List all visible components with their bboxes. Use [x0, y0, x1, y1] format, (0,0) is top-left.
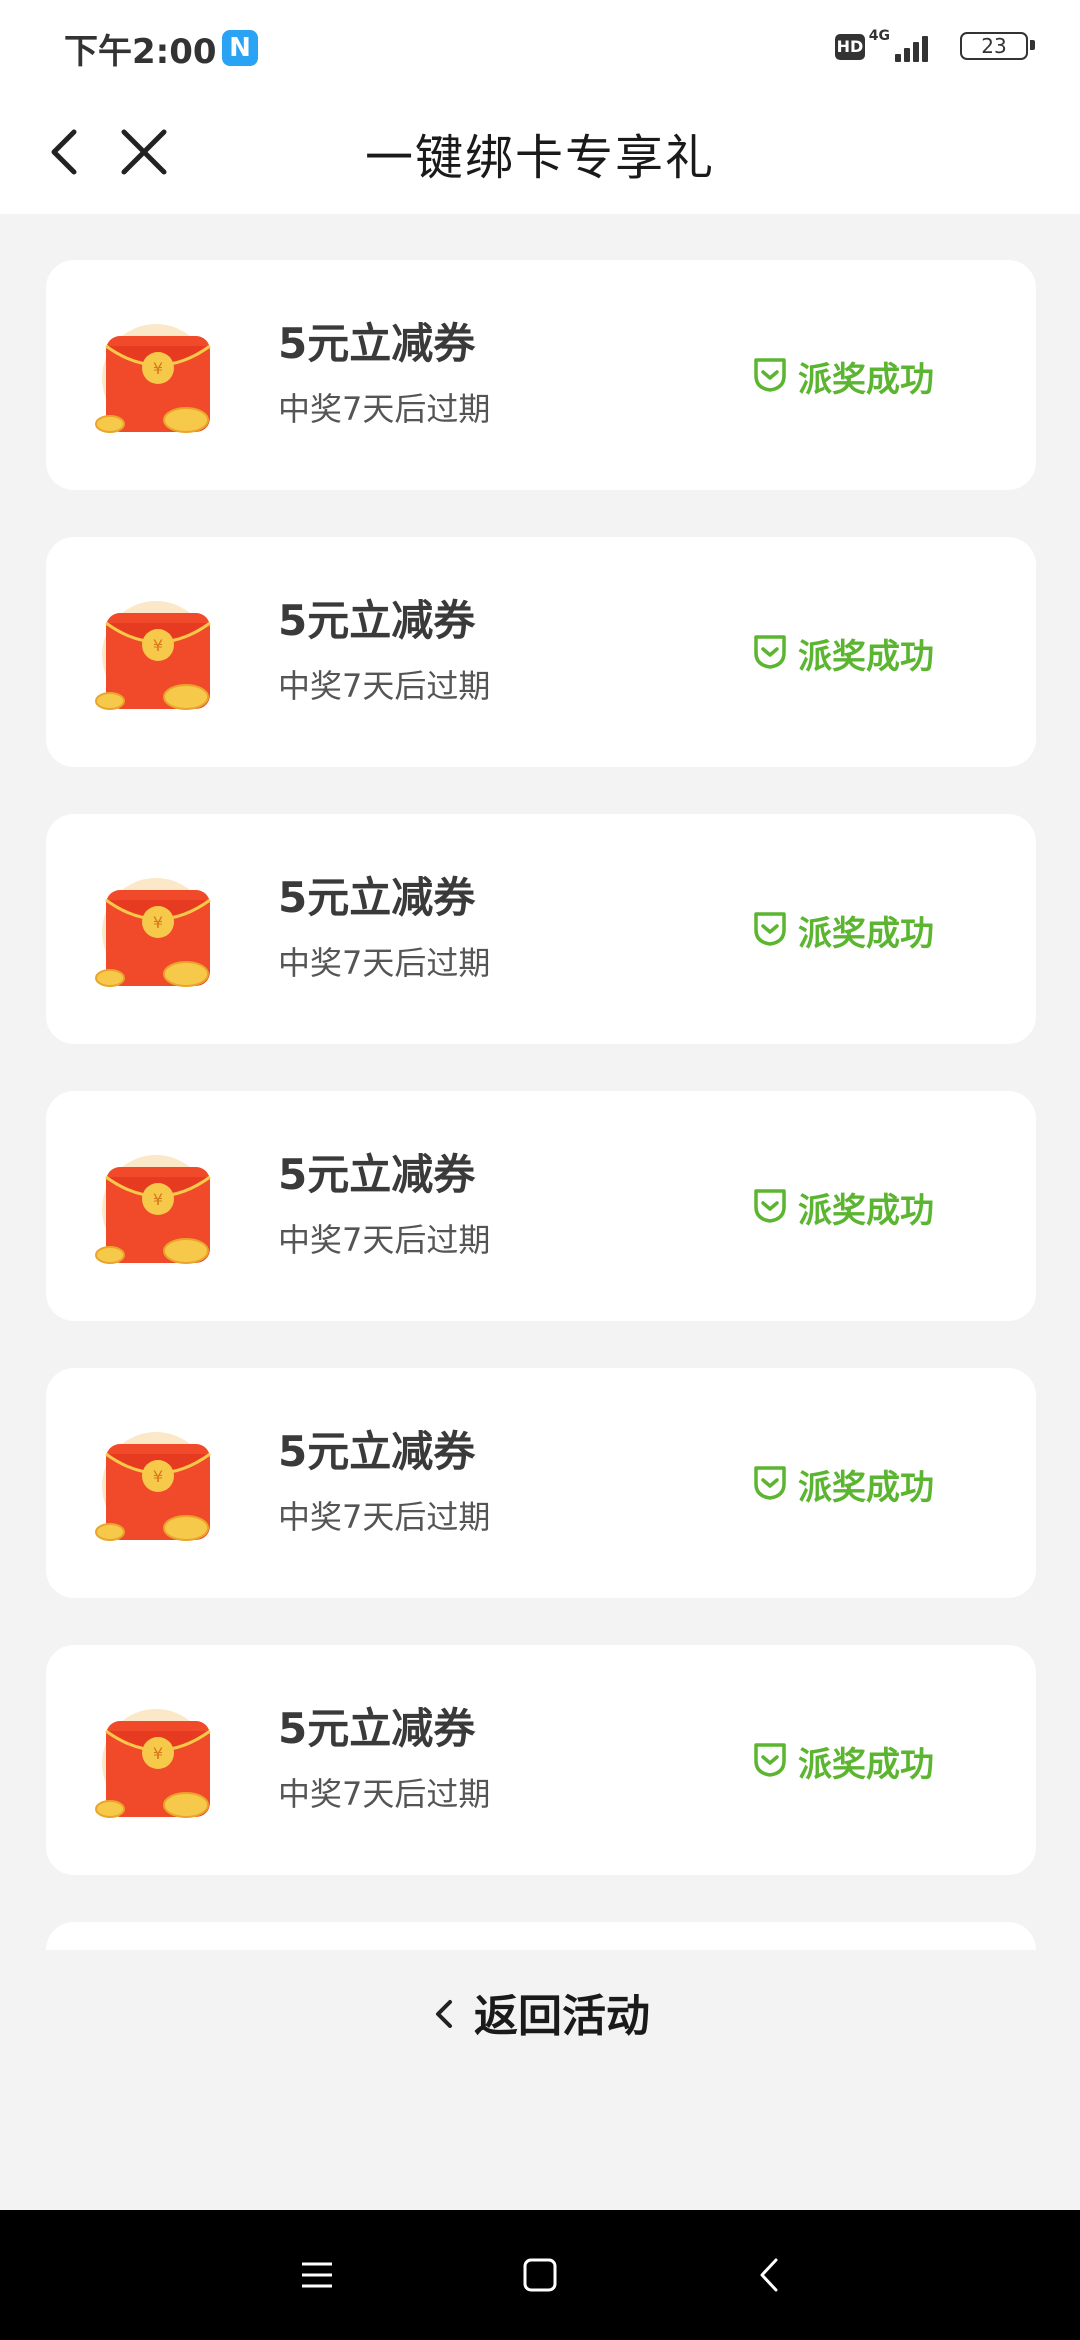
coupon-status: 派奖成功 [750, 1460, 934, 1508]
signal-icon [895, 32, 935, 62]
red-envelope-icon: ¥ [88, 322, 228, 440]
red-envelope-icon: ¥ [88, 1707, 228, 1825]
coupon-status-label: 派奖成功 [798, 1744, 934, 1785]
coupon-title: 5元立减券 [278, 1427, 476, 1476]
status-bar: 下午2:00 N HD 4G 23 [0, 0, 1080, 92]
svg-text:¥: ¥ [153, 359, 163, 378]
menu-icon [302, 2262, 332, 2288]
red-envelope-icon: ¥ [88, 599, 228, 717]
shield-check-icon [750, 631, 790, 675]
coupon-status: 派奖成功 [750, 352, 934, 400]
coupon-card[interactable]: ¥ 5元立减券 中奖7天后过期 派奖成功 [46, 1091, 1036, 1321]
coupon-title: 5元立减券 [278, 596, 476, 645]
red-envelope-icon: ¥ [88, 876, 228, 994]
system-nav-bar [0, 2210, 1080, 2340]
coupon-title: 5元立减券 [278, 319, 476, 368]
coupon-card[interactable]: ¥ 5元立减券 中奖7天后过期 派奖成功 [46, 1645, 1036, 1875]
app-notification-icon: N [222, 30, 258, 66]
header: 一键绑卡专享礼 [0, 92, 1080, 214]
shield-check-icon [750, 908, 790, 952]
shield-check-icon [750, 1739, 790, 1783]
coupon-title: 5元立减券 [278, 873, 476, 922]
coupon-card[interactable]: ¥ 5元立减券 中奖7天后过期 派奖成功 [46, 260, 1036, 490]
battery-level: 23 [960, 32, 1028, 60]
coupon-expiry: 中奖7天后过期 [278, 667, 491, 705]
return-label: 返回活动 [474, 1991, 650, 2042]
coupon-expiry: 中奖7天后过期 [278, 1221, 491, 1259]
svg-text:¥: ¥ [153, 1744, 163, 1763]
chevron-left-icon [436, 2000, 452, 2028]
home-icon [523, 2258, 557, 2292]
hd-icon: HD [835, 34, 865, 60]
home-button[interactable] [515, 2250, 565, 2300]
back-nav-button[interactable] [745, 2250, 795, 2300]
coupon-status-label: 派奖成功 [798, 359, 934, 400]
page-title: 一键绑卡专享礼 [364, 130, 715, 186]
coupon-status-label: 派奖成功 [798, 1467, 934, 1508]
status-time: 下午2:00 [64, 32, 217, 72]
coupon-status-label: 派奖成功 [798, 913, 934, 954]
svg-text:¥: ¥ [153, 1190, 163, 1209]
coupon-status-label: 派奖成功 [798, 1190, 934, 1231]
return-to-activity-link[interactable]: 返回活动 [0, 1980, 1080, 2042]
red-envelope-icon: ¥ [88, 1153, 228, 1271]
coupon-status: 派奖成功 [750, 629, 934, 677]
coupon-status-label: 派奖成功 [798, 636, 934, 677]
coupon-expiry: 中奖7天后过期 [278, 1775, 491, 1813]
red-envelope-icon: ¥ [88, 1430, 228, 1548]
svg-text:¥: ¥ [153, 1467, 163, 1486]
shield-check-icon [750, 1462, 790, 1506]
coupon-expiry: 中奖7天后过期 [278, 1498, 491, 1536]
coupon-card[interactable]: ¥ 5元立减券 中奖7天后过期 派奖成功 [46, 1368, 1036, 1598]
coupon-status: 派奖成功 [750, 1183, 934, 1231]
back-icon [760, 2258, 778, 2292]
status-indicators: HD 4G 23 [810, 28, 1040, 68]
coupon-list: ¥ 5元立减券 中奖7天后过期 派奖成功 ¥ 5元立减券 中奖7天后过期 派奖成… [46, 260, 1036, 1950]
network-type: 4G [868, 28, 890, 44]
svg-text:¥: ¥ [153, 913, 163, 932]
coupon-expiry: 中奖7天后过期 [278, 944, 491, 982]
coupon-title: 5元立减券 [278, 1704, 476, 1753]
coupon-expiry: 中奖7天后过期 [278, 390, 491, 428]
menu-button[interactable] [292, 2250, 342, 2300]
shield-check-icon [750, 354, 790, 398]
battery-icon: 23 [960, 32, 1040, 60]
shield-check-icon [750, 1185, 790, 1229]
coupon-title: 5元立减券 [278, 1150, 476, 1199]
svg-text:¥: ¥ [153, 636, 163, 655]
coupon-card[interactable]: ¥ 5元立减券 中奖7天后过期 派奖成功 [46, 814, 1036, 1044]
coupon-status: 派奖成功 [750, 906, 934, 954]
coupon-card[interactable]: ¥ 5元立减券 中奖7天后过期 派奖成功 [46, 537, 1036, 767]
coupon-card-partial [46, 1922, 1036, 1950]
coupon-status: 派奖成功 [750, 1737, 934, 1785]
